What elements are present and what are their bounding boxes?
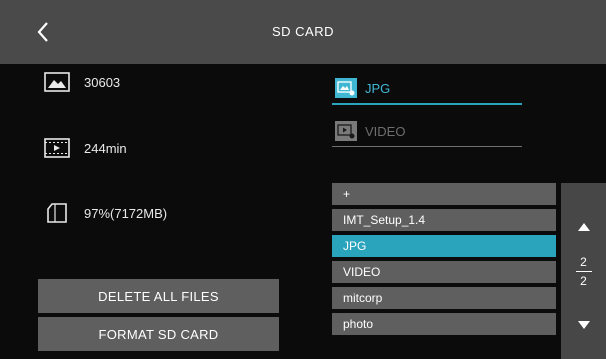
list-item[interactable]: IMT_Setup_1.4 [332,209,556,231]
page-divider [576,271,592,272]
list-item[interactable]: mitcorp [332,287,556,309]
tab-jpg[interactable]: JPG [332,73,522,105]
sd-card-icon [44,203,70,223]
video-duration: 244min [44,138,127,158]
list-item[interactable]: VIDEO [332,261,556,283]
triangle-down-icon [577,321,590,329]
video-duration-value: 244min [84,140,127,156]
storage-usage: 97%(7172MB) [44,203,167,223]
pager: 2 2 [561,183,606,359]
delete-all-files-button[interactable]: DELETE ALL FILES [38,279,279,313]
photo-count-value: 30603 [84,74,121,90]
triangle-up-icon [577,223,590,231]
page-title: SD CARD [271,24,334,39]
list-item-selected[interactable]: JPG [332,235,556,257]
image-icon [44,72,70,92]
page-up-button[interactable] [561,217,606,237]
storage-usage-value: 97%(7172MB) [84,205,168,221]
file-list: + IMT_Setup_1.4 JPG VIDEO mitcorp photo [332,183,556,339]
list-item[interactable]: photo [332,313,556,335]
page-current: 2 [580,255,587,269]
photo-count: 30603 [44,72,120,92]
tab-video[interactable]: VIDEO [332,116,522,147]
tab-video-label: VIDEO [365,123,406,139]
page-down-button[interactable] [561,315,606,335]
video-download-icon [335,121,357,141]
film-icon [44,138,70,158]
format-sd-card-button[interactable]: FORMAT SD CARD [38,317,279,351]
tab-jpg-label: JPG [365,80,391,96]
top-bar: SD CARD [0,0,606,64]
page-total: 2 [580,274,587,288]
image-download-icon [335,78,357,98]
list-item[interactable]: + [332,183,556,205]
